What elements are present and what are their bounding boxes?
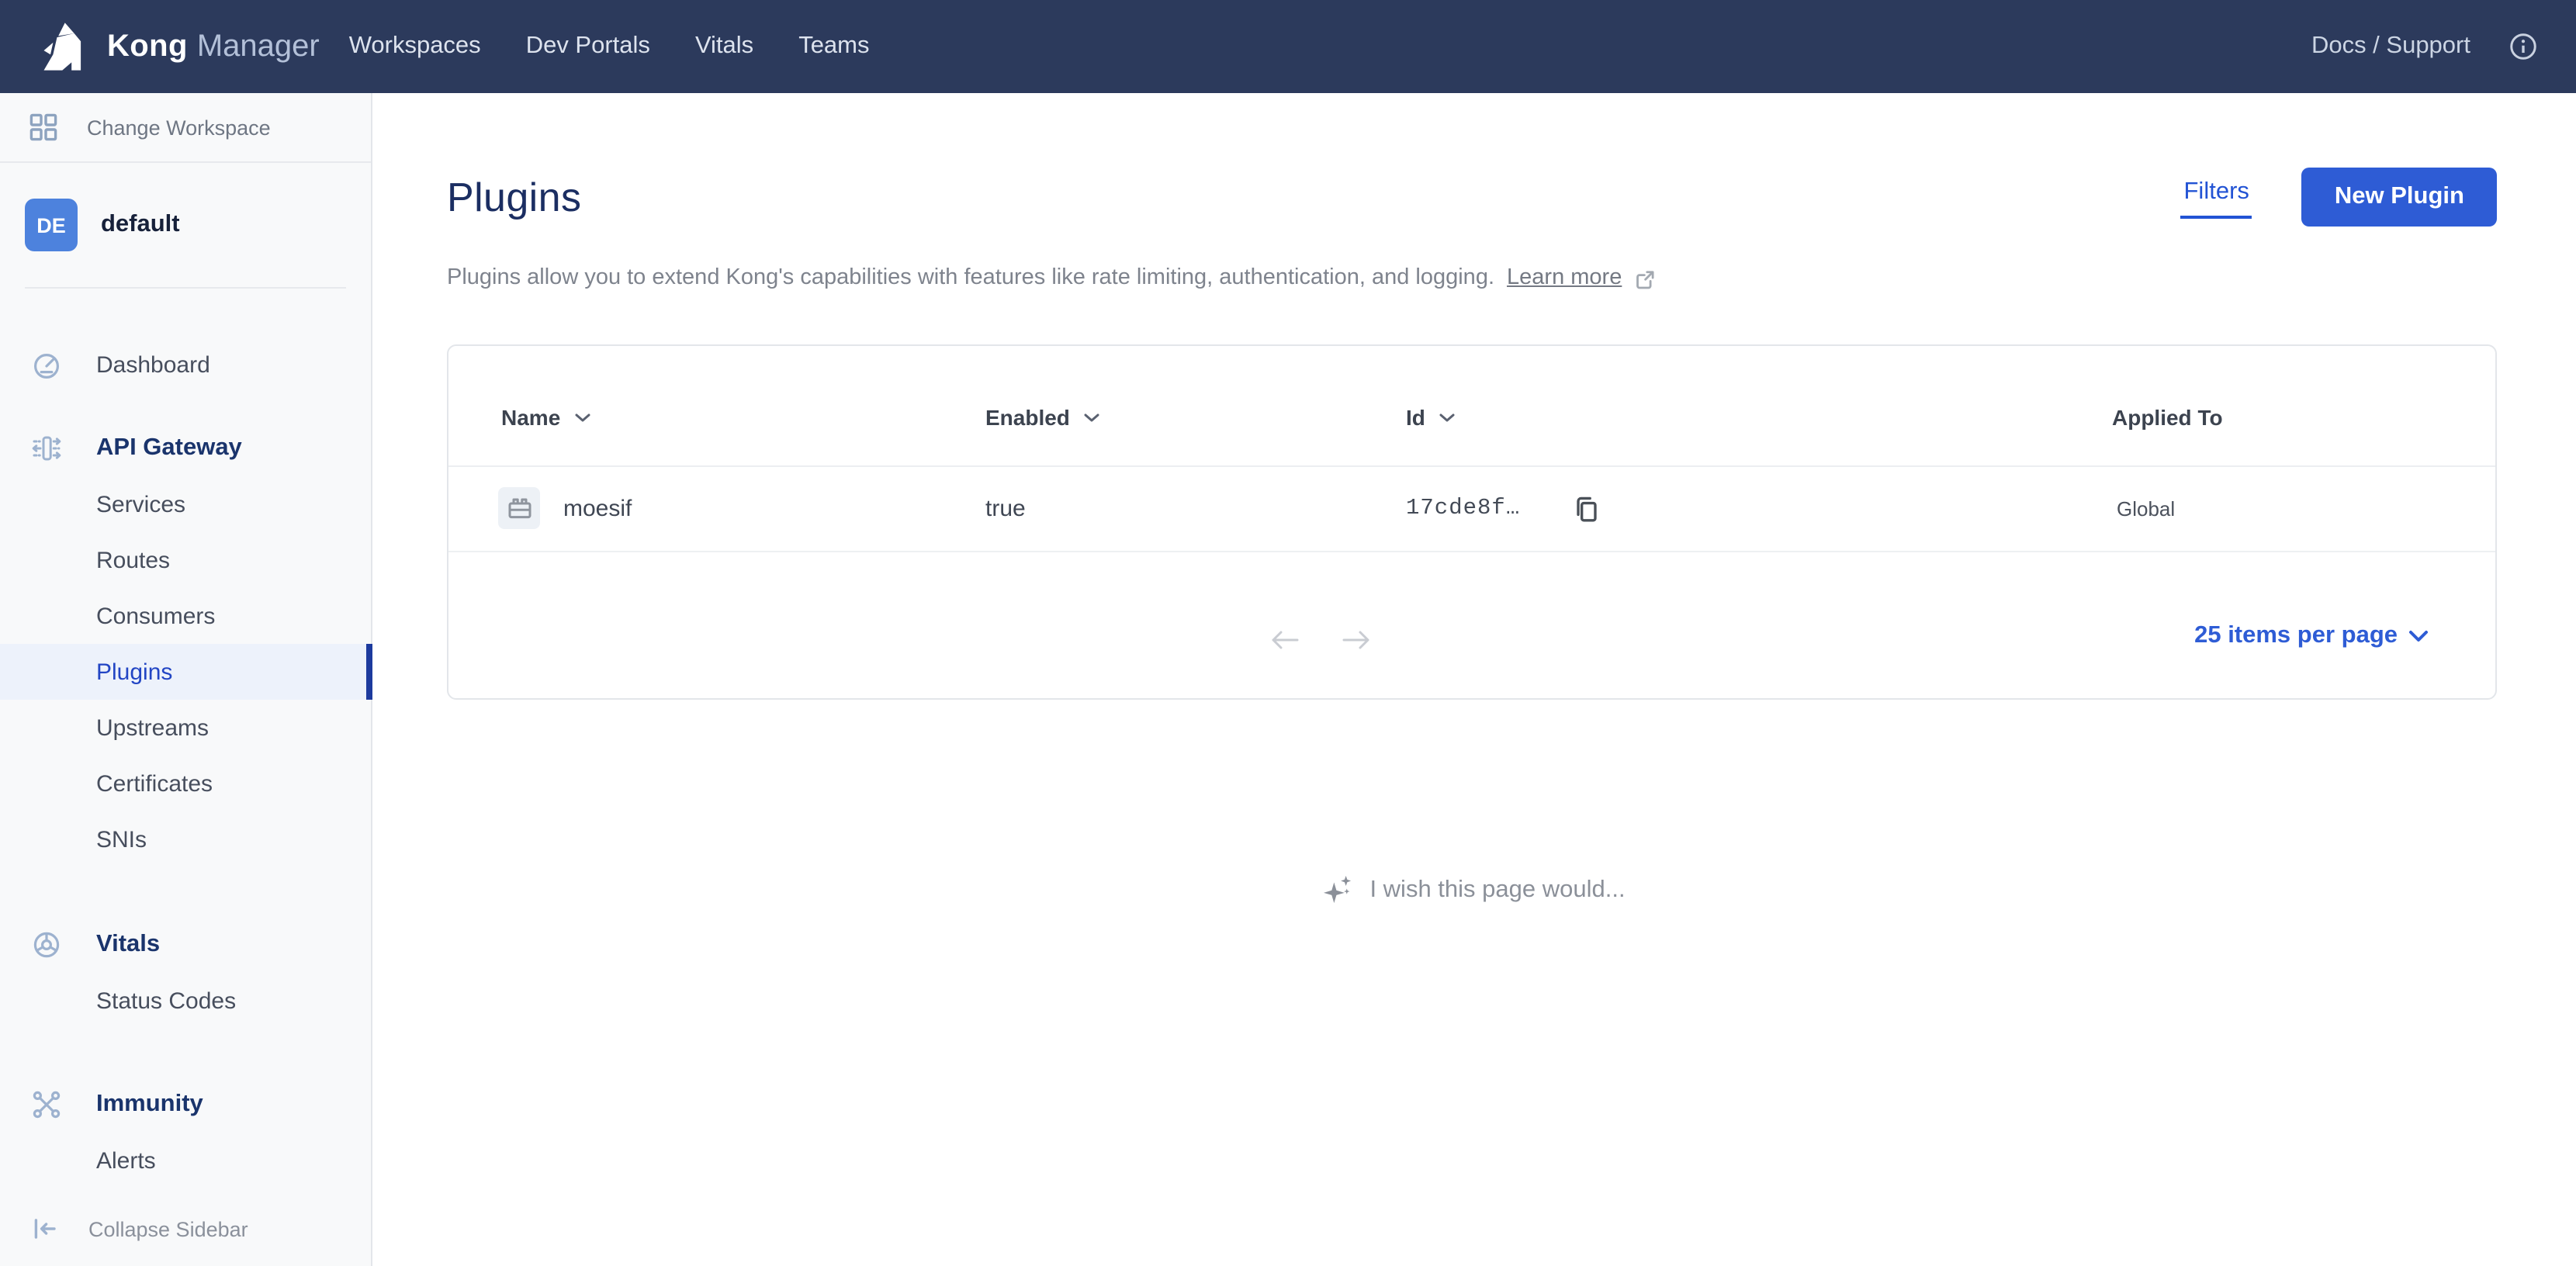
column-header-name[interactable]: Name xyxy=(501,405,591,430)
top-nav: Kong Manager Workspaces Dev Portals Vita… xyxy=(0,0,2576,93)
sidebar-item-label: Alerts xyxy=(96,1147,156,1174)
vitals-icon xyxy=(31,929,62,960)
current-workspace[interactable]: DE default xyxy=(0,163,371,287)
nav-item-vitals[interactable]: Vitals xyxy=(695,33,753,61)
arrow-right-icon xyxy=(1342,631,1369,649)
sidebar-item-certificates[interactable]: Certificates xyxy=(0,756,371,811)
sidebar-item-label: Dashboard xyxy=(96,351,210,378)
page-header: Plugins Filters New Plugin xyxy=(447,164,2497,230)
brand-name: Kong xyxy=(107,29,188,63)
sidebar-item-immunity[interactable]: Immunity xyxy=(0,1077,371,1133)
collapse-sidebar-icon xyxy=(31,1215,59,1243)
arrow-left-icon xyxy=(1272,631,1299,649)
sidebar-item-vitals[interactable]: Vitals xyxy=(0,917,371,973)
sidebar-item-label: Vitals xyxy=(96,931,161,957)
workspace-grid-icon xyxy=(29,113,57,141)
sort-chevron-icon xyxy=(575,413,590,421)
docs-support-link[interactable]: Docs / Support xyxy=(2311,33,2470,61)
plugins-table-card: Name Enabled Id Applied To moesif true 1… xyxy=(447,344,2497,700)
nav-links: Workspaces Dev Portals Vitals Teams xyxy=(349,33,870,61)
sparkles-icon xyxy=(1323,873,1356,906)
row-name[interactable]: moesif xyxy=(563,495,632,521)
learn-more-link[interactable]: Learn more xyxy=(1507,265,1622,290)
copy-id-button[interactable] xyxy=(1569,490,1605,526)
page-title: Plugins xyxy=(447,173,582,220)
kong-logo-icon xyxy=(37,20,90,73)
row-id: 17cde8f… xyxy=(1406,496,1521,521)
brand[interactable]: Kong Manager xyxy=(0,20,320,73)
sidebar-item-label: Consumers xyxy=(96,603,216,629)
sidebar-item-dashboard[interactable]: Dashboard xyxy=(0,337,371,393)
wish-text: I wish this page would... xyxy=(1369,876,1626,902)
workspace-name: default xyxy=(101,211,180,237)
column-label: Id xyxy=(1406,405,1425,430)
new-plugin-button[interactable]: New Plugin xyxy=(2301,168,2497,227)
brand-suffix: Manager xyxy=(196,29,320,63)
api-gateway-icon xyxy=(31,433,62,464)
collapse-sidebar-label: Collapse Sidebar xyxy=(88,1217,248,1240)
filters-link[interactable]: Filters xyxy=(2180,175,2252,219)
sidebar-item-routes[interactable]: Routes xyxy=(0,532,371,588)
main-content: Plugins Filters New Plugin Plugins allow… xyxy=(372,93,2576,1266)
items-per-page-label: 25 items per page xyxy=(2194,622,2398,649)
sidebar-item-label: Certificates xyxy=(96,770,213,797)
sidebar-item-label: Immunity xyxy=(96,1091,203,1117)
sidebar-item-label: Routes xyxy=(96,547,171,573)
previous-page-button[interactable] xyxy=(1266,625,1304,655)
nav-right: Docs / Support xyxy=(2311,33,2576,61)
sort-chevron-icon xyxy=(1440,413,1456,421)
sidebar-item-snis[interactable]: SNIs xyxy=(0,811,371,867)
sidebar-divider xyxy=(25,287,346,289)
column-header-enabled[interactable]: Enabled xyxy=(985,405,1101,430)
sidebar-item-label: Services xyxy=(96,491,186,517)
workspace-avatar: DE xyxy=(25,199,78,251)
column-label: Enabled xyxy=(985,405,1070,430)
column-label: Applied To xyxy=(2112,405,2223,430)
sidebar-item-services[interactable]: Services xyxy=(0,476,371,532)
change-workspace-button[interactable]: Change Workspace xyxy=(0,93,371,163)
sidebar: Change Workspace DE default Dashboard AP… xyxy=(0,93,372,1266)
plugin-icon xyxy=(498,487,540,529)
sidebar-item-plugins[interactable]: Plugins xyxy=(0,644,372,700)
external-link-icon xyxy=(1634,268,1656,290)
items-per-page-select[interactable]: 25 items per page xyxy=(2194,622,2429,650)
nav-item-teams[interactable]: Teams xyxy=(798,33,869,61)
info-icon[interactable] xyxy=(2509,33,2537,61)
sidebar-item-status-codes[interactable]: Status Codes xyxy=(0,973,371,1029)
sidebar-item-label: Plugins xyxy=(96,659,173,685)
sidebar-item-label: Status Codes xyxy=(96,988,237,1014)
row-enabled: true xyxy=(985,495,1026,521)
immunity-icon xyxy=(31,1089,62,1120)
row-applied-to: Global xyxy=(2117,496,2176,520)
nav-item-dev-portals[interactable]: Dev Portals xyxy=(526,33,650,61)
sidebar-item-label: SNIs xyxy=(96,826,147,853)
sidebar-item-upstreams[interactable]: Upstreams xyxy=(0,700,371,756)
sidebar-item-consumers[interactable]: Consumers xyxy=(0,588,371,644)
copy-icon xyxy=(1577,496,1597,521)
dashboard-icon xyxy=(31,349,62,380)
wish-prompt[interactable]: I wish this page would... xyxy=(372,873,2576,906)
chevron-down-icon xyxy=(2409,630,2428,641)
kong-manager-app: Kong Manager Workspaces Dev Portals Vita… xyxy=(0,0,2576,1266)
column-header-id[interactable]: Id xyxy=(1406,405,1456,430)
table-header: Name Enabled Id Applied To xyxy=(448,346,2495,467)
next-page-button[interactable] xyxy=(1338,625,1375,655)
column-header-applied-to: Applied To xyxy=(2112,405,2223,430)
sidebar-item-label: API Gateway xyxy=(96,434,242,461)
collapse-sidebar-button[interactable]: Collapse Sidebar xyxy=(0,1201,371,1257)
nav-item-workspaces[interactable]: Workspaces xyxy=(349,33,481,61)
page-description: Plugins allow you to extend Kong's capab… xyxy=(447,265,1656,290)
sort-chevron-icon xyxy=(1085,413,1100,421)
column-label: Name xyxy=(501,405,561,430)
page-actions: Filters New Plugin xyxy=(2180,168,2497,227)
pagination xyxy=(1266,625,1375,655)
description-text: Plugins allow you to extend Kong's capab… xyxy=(447,265,1495,290)
sidebar-item-api-gateway[interactable]: API Gateway xyxy=(0,420,371,476)
table-row[interactable]: moesif true 17cde8f… Global xyxy=(448,465,2495,552)
sidebar-item-alerts[interactable]: Alerts xyxy=(0,1133,371,1188)
change-workspace-label: Change Workspace xyxy=(87,116,271,139)
sidebar-item-label: Upstreams xyxy=(96,714,209,741)
